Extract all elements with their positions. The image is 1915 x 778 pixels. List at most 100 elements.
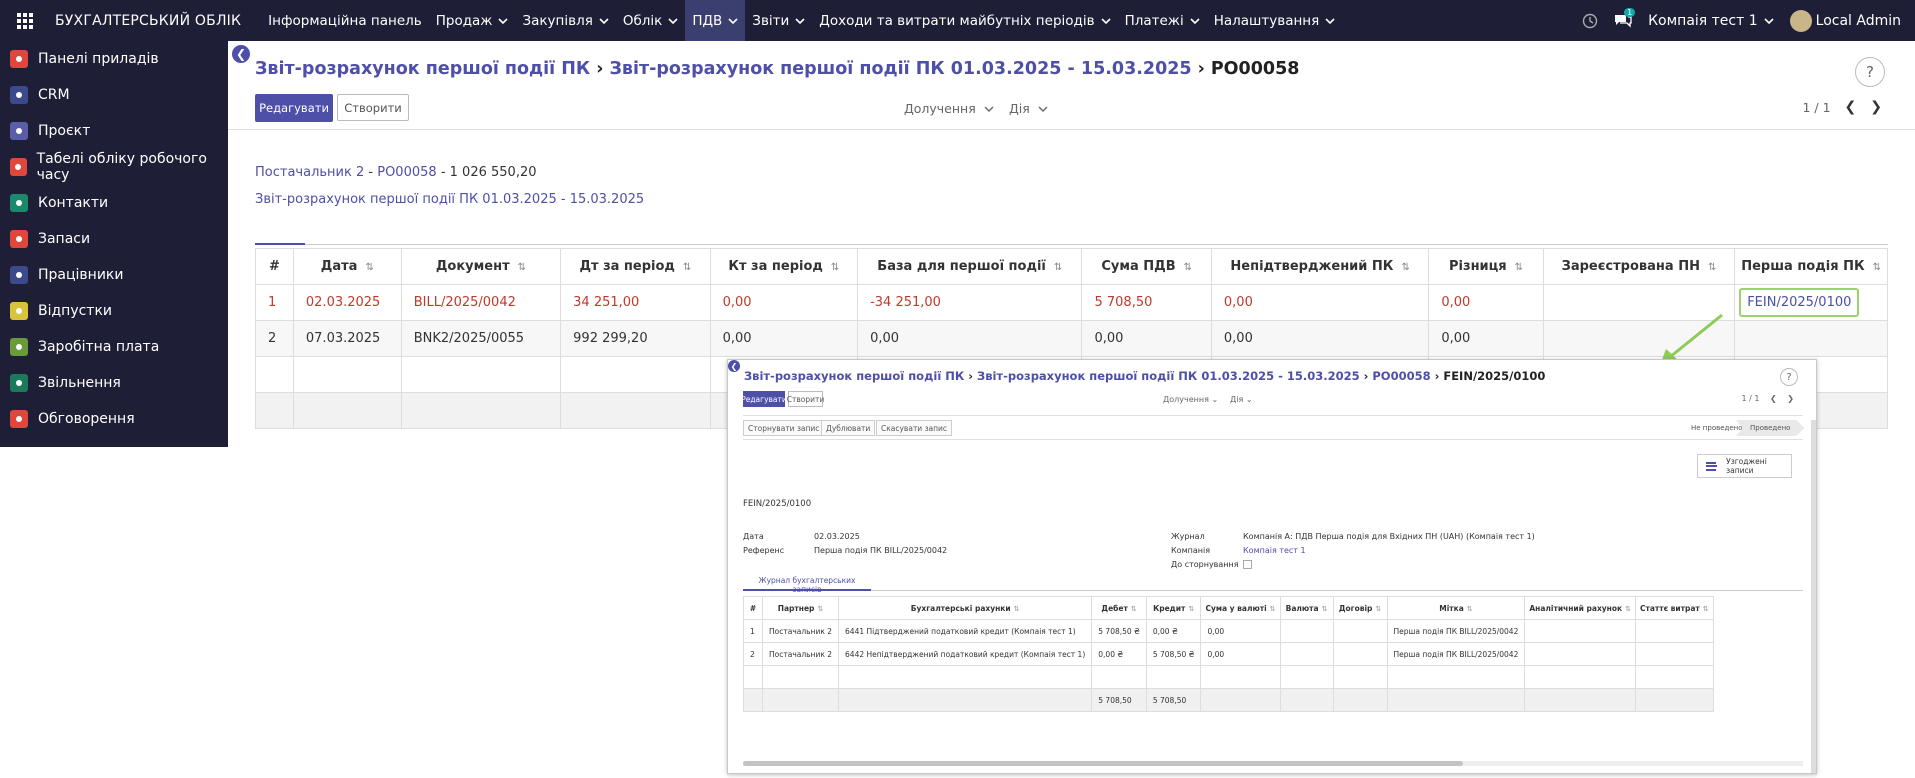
column-header[interactable]: Перша подія ПК ⇅ [1734,248,1888,285]
table-row[interactable]: 1 Постачальник 2 6441 Підтверджений податк… [743,619,1714,643]
apps-menu-icon[interactable] [0,0,50,41]
app-brand[interactable]: БУХГАЛТЕРСЬКИЙ ОБЛІК [55,13,241,29]
company-switcher[interactable]: Компаія тест 1 [1640,0,1782,41]
column-header[interactable]: Кредит ⇅ [1145,596,1202,620]
column-header[interactable]: База для першої події ⇅ [857,248,1083,285]
breadcrumb-item[interactable]: Звіт-розрахунок першої події ПК [255,59,590,79]
menu-item[interactable]: Доходи та витрати майбутніх періодів [812,0,1117,41]
column-header[interactable]: Бухгалтерські рахунки ⇅ [838,596,1093,620]
sidebar-item[interactable]: Контакти [0,185,228,221]
state-posted[interactable]: Проведено [1736,420,1805,436]
pager-next-icon[interactable]: ❯ [1787,394,1794,403]
horizontal-scrollbar[interactable] [743,761,1803,766]
menu-item[interactable]: Продаж [429,0,516,41]
breadcrumb-item[interactable]: Звіт-розрахунок першої події ПК [744,369,964,383]
column-header[interactable]: Різниця ⇅ [1428,248,1544,285]
order-link[interactable]: PO00058 [377,165,436,180]
sidebar-item[interactable]: CRM [0,77,228,113]
sort-icon[interactable]: ⇅ [1131,605,1137,613]
sort-icon[interactable]: ⇅ [1054,262,1062,273]
messages-icon[interactable]: 1 [1606,0,1640,41]
menu-item[interactable]: Закупівля [515,0,615,41]
column-header[interactable]: Сума ПДВ ⇅ [1081,248,1212,285]
partner-link[interactable]: Постачальник 2 [255,165,364,180]
column-header[interactable]: Дт за період ⇅ [560,248,711,285]
sidebar-item[interactable]: Панелі приладів [0,41,228,77]
column-header[interactable]: Дата ⇅ [292,248,402,285]
column-header[interactable]: Мітка ⇅ [1386,596,1526,620]
reverse-entry-button[interactable]: Сторнувати запис [743,420,825,436]
sort-icon[interactable]: ⇅ [1184,262,1192,273]
sidebar-item[interactable]: Працівники [0,257,228,293]
column-header[interactable]: Валюта ⇅ [1279,596,1334,620]
column-header[interactable]: Документ ⇅ [400,248,562,285]
sort-icon[interactable]: ⇅ [1014,605,1020,613]
reconciled-entries-button[interactable]: Узгоджені записи [1697,454,1792,478]
user-menu[interactable]: Local Admin [1782,0,1915,41]
breadcrumb-item[interactable]: Звіт-розрахунок першої події ПК 01.03.20… [609,59,1191,79]
company-link[interactable]: Компаія тест 1 [1243,546,1306,555]
breadcrumb-item[interactable]: PO00058 [1372,369,1430,383]
sort-icon[interactable]: ⇅ [1703,605,1709,613]
duplicate-button[interactable]: Дублювати [821,420,876,436]
column-header[interactable]: Аналітичний рахунок ⇅ [1524,596,1636,620]
attachments-dropdown[interactable]: Долучення [904,101,994,116]
sort-icon[interactable]: ⇅ [1322,605,1328,613]
edit-button[interactable]: Редагувати [741,391,787,407]
reverse-checkbox[interactable] [1243,560,1252,569]
sidebar-item[interactable]: Відпустки [0,293,228,329]
menu-item[interactable]: Платежі [1118,0,1207,41]
attachments-dropdown[interactable]: Долучення ⌄ [1163,395,1218,404]
pager-prev-icon[interactable]: ❮ [1845,99,1857,115]
create-button[interactable]: Створити [337,94,409,121]
pager-next-icon[interactable]: ❯ [1870,99,1882,115]
column-header[interactable]: Зареєстрована ПН ⇅ [1542,248,1736,285]
column-header[interactable]: Договір ⇅ [1332,596,1388,620]
sort-icon[interactable]: ⇅ [365,262,373,273]
sort-icon[interactable]: ⇅ [1708,262,1716,273]
menu-item[interactable]: Налаштування [1207,0,1343,41]
cancel-entry-button[interactable]: Скасувати запис [876,420,953,436]
sort-icon[interactable]: ⇅ [817,605,823,613]
menu-item[interactable]: Інформаційна панель [261,0,429,41]
column-header[interactable]: Статтє витрат ⇅ [1634,596,1714,620]
tab-journal-items[interactable]: Журнал бухгалтерських записів [743,576,871,594]
sidebar-item[interactable]: Обговорення [0,401,228,437]
action-dropdown[interactable]: Дія [1009,101,1048,116]
pager-value[interactable]: 1 / 1 [1802,100,1830,115]
activity-clock-icon[interactable] [1574,0,1606,41]
column-header[interactable]: Сума у валюті ⇅ [1200,596,1281,620]
sort-icon[interactable]: ⇅ [831,262,839,273]
back-arrow-icon[interactable]: ❮ [728,360,740,372]
first-event-link[interactable]: FEIN/2025/0100 [1739,288,1860,317]
vertical-scrollbar[interactable] [1811,420,1816,773]
create-button[interactable]: Створити [787,391,824,407]
sort-icon[interactable]: ⇅ [1515,262,1523,273]
pager-value[interactable]: 1 / 1 [1742,394,1760,403]
sidebar-item[interactable]: Проєкт [0,113,228,149]
column-header[interactable]: # [743,596,763,620]
column-header[interactable]: Кт за період ⇅ [709,248,859,285]
action-dropdown[interactable]: Дія ⌄ [1230,395,1253,404]
sidebar-item[interactable]: Табелі обліку робочого часу [0,149,228,185]
column-header[interactable]: Партнер ⇅ [761,596,840,620]
sort-icon[interactable]: ⇅ [1873,262,1881,273]
column-header[interactable]: Дебет ⇅ [1091,596,1147,620]
sort-icon[interactable]: ⇅ [1188,605,1194,613]
table-row[interactable]: 1 02.03.2025 BILL/2025/0042 34 251,00 0,00 -3… [255,284,1888,321]
tab-active-indicator[interactable] [255,243,305,245]
sort-icon[interactable]: ⇅ [1270,605,1276,613]
menu-item[interactable]: Облік [616,0,686,41]
column-header[interactable]: # [255,248,294,285]
help-icon[interactable]: ? [1855,57,1885,87]
column-header[interactable]: Непідтверджений ПК ⇅ [1210,248,1430,285]
report-link[interactable]: Звіт-розрахунок першої події ПК 01.03.20… [255,192,644,207]
back-arrow-icon[interactable]: ❮ [232,45,250,63]
sidebar-item[interactable]: Заробітна плата [0,329,228,365]
pager-prev-icon[interactable]: ❮ [1770,394,1777,403]
sort-icon[interactable]: ⇅ [683,262,691,273]
sort-icon[interactable]: ⇅ [1375,605,1381,613]
menu-item[interactable]: Звіти [745,0,812,41]
help-icon[interactable]: ? [1780,368,1798,386]
edit-button[interactable]: Редагувати [255,94,333,122]
